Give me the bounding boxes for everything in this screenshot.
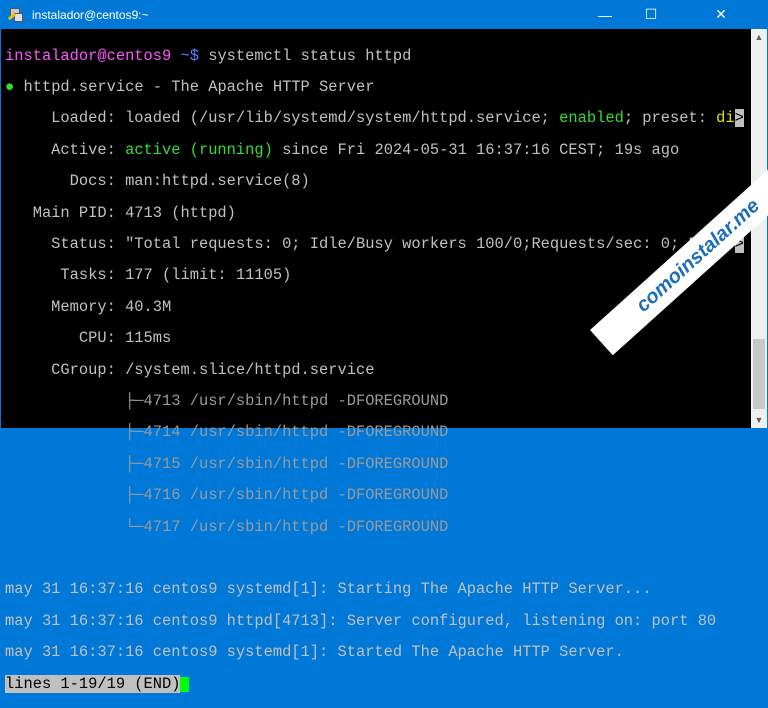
maximize-button[interactable]: ☐	[628, 0, 674, 29]
log-line: may 31 16:37:16 centos9 systemd[1]: Star…	[5, 643, 624, 662]
log-line: may 31 16:37:16 centos9 systemd[1]: Star…	[5, 580, 652, 599]
status-bullet-icon: ●	[5, 78, 15, 97]
loaded-line: Loaded: loaded (/usr/lib/systemd/system/…	[5, 109, 560, 128]
title-bar: instalador@centos9:~ — ☐ ✕	[0, 0, 768, 29]
enabled-state: enabled	[559, 109, 624, 128]
docs-line: Docs: man:httpd.service(8)	[5, 172, 310, 191]
scroll-up-icon[interactable]: ▲	[751, 29, 767, 45]
process-line: ├─4715 /usr/sbin/httpd -DFOREGROUND	[5, 454, 449, 473]
close-button[interactable]: ✕	[698, 0, 744, 29]
process-line: └─4717 /usr/sbin/httpd -DFOREGROUND	[5, 517, 449, 536]
cgroup-line: CGroup: /system.slice/httpd.service	[5, 360, 375, 379]
prompt-user: instalador@centos9	[5, 46, 172, 65]
minimize-button[interactable]: —	[582, 0, 628, 29]
tasks-line: Tasks: 177 (limit: 11105)	[5, 266, 292, 285]
truncation-marker: >	[734, 109, 744, 128]
scrollbar-thumb[interactable]	[753, 339, 765, 409]
service-line: httpd.service - The Apache HTTP Server	[14, 78, 375, 97]
command: systemctl status httpd	[198, 46, 412, 65]
window-title: instalador@centos9:~	[32, 7, 149, 22]
active-state: active (running)	[125, 140, 273, 159]
process-line: ├─4713 /usr/sbin/httpd -DFOREGROUND	[5, 392, 449, 410]
cpu-line: CPU: 115ms	[5, 329, 172, 348]
log-line: may 31 16:37:16 centos9 httpd[4713]: Ser…	[5, 611, 717, 630]
putty-icon[interactable]	[7, 7, 24, 23]
pager-status: lines 1-19/19 (END)	[5, 674, 181, 693]
preset-label: ; preset:	[623, 109, 717, 128]
mainpid-line: Main PID: 4713 (httpd)	[5, 203, 236, 222]
process-line: ├─4716 /usr/sbin/httpd -DFOREGROUND	[5, 486, 449, 505]
status-line: Status: "Total requests: 0; Idle/Busy wo…	[5, 235, 735, 254]
active-since: since Fri 2024-05-31 16:37:16 CEST; 19s …	[272, 140, 680, 159]
active-label: Active:	[5, 140, 126, 159]
prompt-path: ~$	[171, 46, 199, 65]
cursor	[180, 676, 190, 692]
process-line: ├─4714 /usr/sbin/httpd -DFOREGROUND	[5, 423, 449, 442]
scroll-down-icon[interactable]: ▼	[751, 412, 767, 428]
terminal[interactable]: instalador@centos9 ~$ systemctl status h…	[1, 29, 751, 693]
preset-value: di	[716, 109, 735, 128]
